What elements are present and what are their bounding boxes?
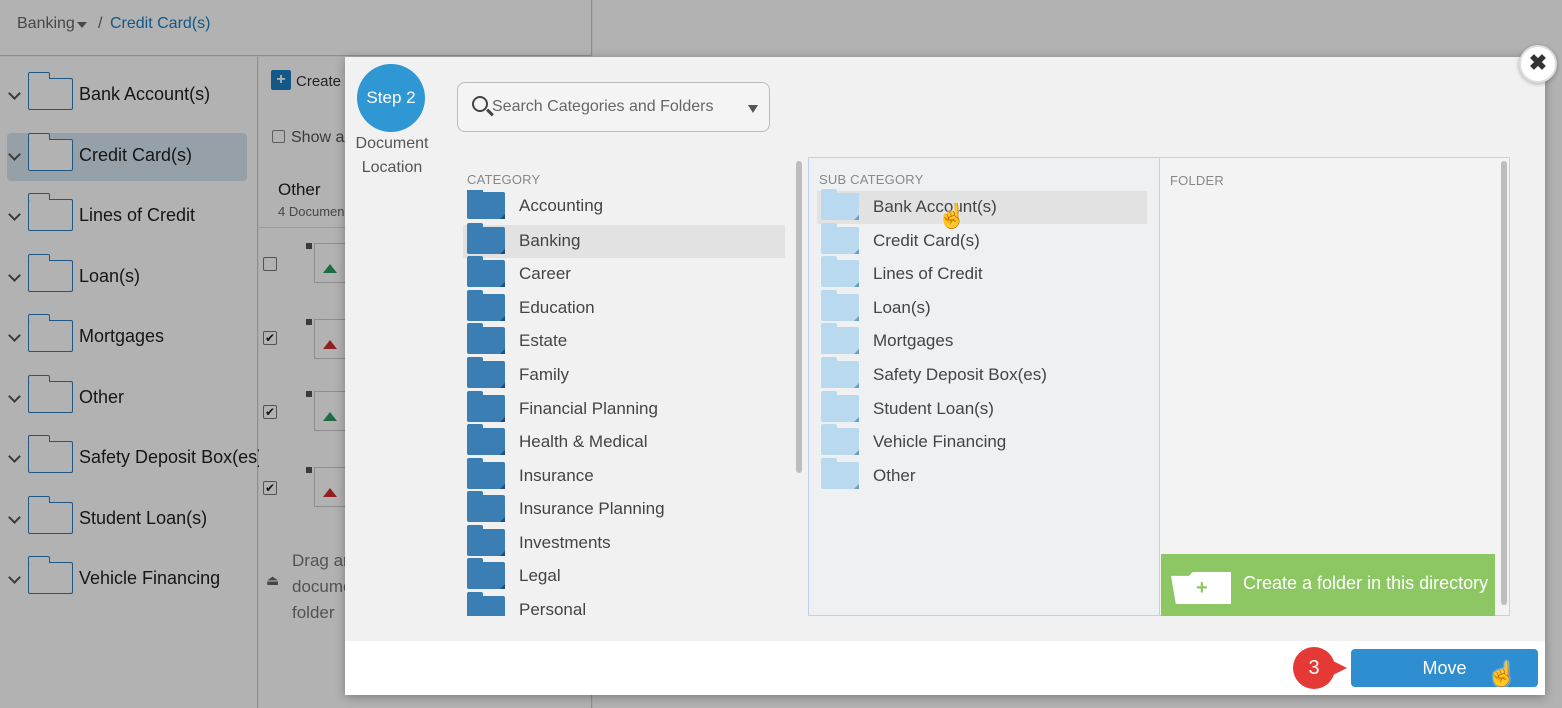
search-input[interactable] <box>492 95 742 119</box>
sub-category-item-safety-deposit-boxes[interactable]: Safety Deposit Box(es) <box>817 357 1147 392</box>
category-item-financial-planning[interactable]: Financial Planning <box>463 391 785 426</box>
folder-icon <box>821 256 859 287</box>
folder-icon <box>467 424 505 455</box>
category-item-personal[interactable]: Personal <box>463 592 785 616</box>
sub-category-item-other[interactable]: Other <box>817 458 1147 493</box>
sub-category-label: Student Loan(s) <box>873 399 994 418</box>
folder-icon <box>467 491 505 522</box>
category-label: Education <box>519 298 595 317</box>
chevron-down-icon[interactable] <box>748 105 758 113</box>
category-label: Investments <box>519 533 611 552</box>
category-scrollbar[interactable] <box>796 161 802 473</box>
badge-pointer <box>1331 660 1347 676</box>
folder-icon <box>821 223 859 254</box>
category-list: Accounting Banking Career Education Esta… <box>463 190 803 616</box>
folder-icon <box>821 458 859 489</box>
folder-icon <box>467 323 505 354</box>
step-indicator: Step 2 <box>357 64 425 132</box>
folder-icon <box>467 290 505 321</box>
sub-category-item-bank-accounts[interactable]: Bank Account(s) <box>817 189 1147 224</box>
folder-icon <box>821 189 859 220</box>
category-item-legal[interactable]: Legal <box>463 558 785 593</box>
step-badge: 3 <box>1293 647 1347 689</box>
category-label: Estate <box>519 331 568 350</box>
folder-list: FOLDER <box>1160 157 1510 616</box>
folder-scrollbar[interactable] <box>1501 161 1507 605</box>
category-label: Family <box>519 365 570 384</box>
folder-icon <box>467 223 505 254</box>
category-item-education[interactable]: Education <box>463 290 785 325</box>
sub-category-item-credit-cards[interactable]: Credit Card(s) <box>817 223 1147 258</box>
sub-category-item-vehicle-financing[interactable]: Vehicle Financing <box>817 424 1147 459</box>
category-header: CATEGORY <box>467 172 541 187</box>
folder-icon <box>467 558 505 589</box>
sub-category-label: Safety Deposit Box(es) <box>873 365 1047 384</box>
category-label: Accounting <box>519 196 604 215</box>
sub-category-item-loans[interactable]: Loan(s) <box>817 290 1147 325</box>
category-item-accounting[interactable]: Accounting <box>463 190 785 223</box>
search-box[interactable] <box>457 82 770 132</box>
sub-category-label: Credit Card(s) <box>873 231 980 250</box>
sub-category-label: Loan(s) <box>873 298 931 317</box>
step-caption: Document Location <box>355 135 429 176</box>
move-document-dialog: Step 2 Document Location CATEGORY Accoun… <box>345 57 1545 695</box>
category-item-estate[interactable]: Estate <box>463 323 785 358</box>
hand-cursor-icon: ☝ <box>1487 661 1517 688</box>
category-item-family[interactable]: Family <box>463 357 785 392</box>
sub-category-label: Other <box>873 466 916 485</box>
category-item-insurance[interactable]: Insurance <box>463 458 785 493</box>
category-label: Banking <box>519 231 581 250</box>
hand-cursor-icon: ☝ <box>937 203 967 230</box>
folder-icon <box>467 357 505 388</box>
category-item-health-medical[interactable]: Health & Medical <box>463 424 785 459</box>
sub-category-label: Lines of Credit <box>873 264 983 283</box>
folder-icon <box>467 391 505 422</box>
sub-category-item-lines-of-credit[interactable]: Lines of Credit <box>817 256 1147 291</box>
folder-icon <box>467 190 505 219</box>
plus-icon: + <box>1196 577 1208 599</box>
sub-category-label: Vehicle Financing <box>873 432 1007 451</box>
category-item-insurance-planning[interactable]: Insurance Planning <box>463 491 785 526</box>
create-folder-button[interactable]: + Create a folder in this directory <box>1161 554 1495 616</box>
category-label: Health & Medical <box>519 432 648 451</box>
close-icon[interactable]: ✖ <box>1519 45 1557 83</box>
category-item-banking[interactable]: Banking <box>463 223 785 258</box>
folder-header: FOLDER <box>1170 173 1224 188</box>
folder-icon <box>821 290 859 321</box>
sub-category-item-mortgages[interactable]: Mortgages <box>817 323 1147 358</box>
sub-category-header: SUB CATEGORY <box>819 172 924 187</box>
category-item-investments[interactable]: Investments <box>463 525 785 560</box>
sub-category-label: Bank Account(s) <box>873 197 997 216</box>
sub-category-label: Mortgages <box>873 331 954 350</box>
folder-icon <box>821 424 859 455</box>
folder-icon <box>467 592 505 616</box>
folder-icon <box>467 525 505 556</box>
category-label: Legal <box>519 566 561 585</box>
step-badge-number: 3 <box>1293 647 1335 689</box>
category-label: Financial Planning <box>519 399 658 418</box>
category-label: Career <box>519 264 571 283</box>
folder-icon <box>467 458 505 489</box>
folder-icon <box>821 391 859 422</box>
folder-icon <box>467 256 505 287</box>
category-label: Insurance <box>519 466 594 485</box>
category-item-career[interactable]: Career <box>463 256 785 291</box>
folder-icon <box>821 357 859 388</box>
folder-icon <box>821 323 859 354</box>
search-icon <box>472 96 488 112</box>
category-label: Insurance Planning <box>519 499 665 518</box>
sub-category-item-student-loans[interactable]: Student Loan(s) <box>817 391 1147 426</box>
category-label: Personal <box>519 600 587 616</box>
create-folder-label: Create a folder in this directory <box>1243 573 1489 593</box>
sub-category-list: SUB CATEGORY Bank Account(s) Credit Card… <box>808 157 1160 616</box>
